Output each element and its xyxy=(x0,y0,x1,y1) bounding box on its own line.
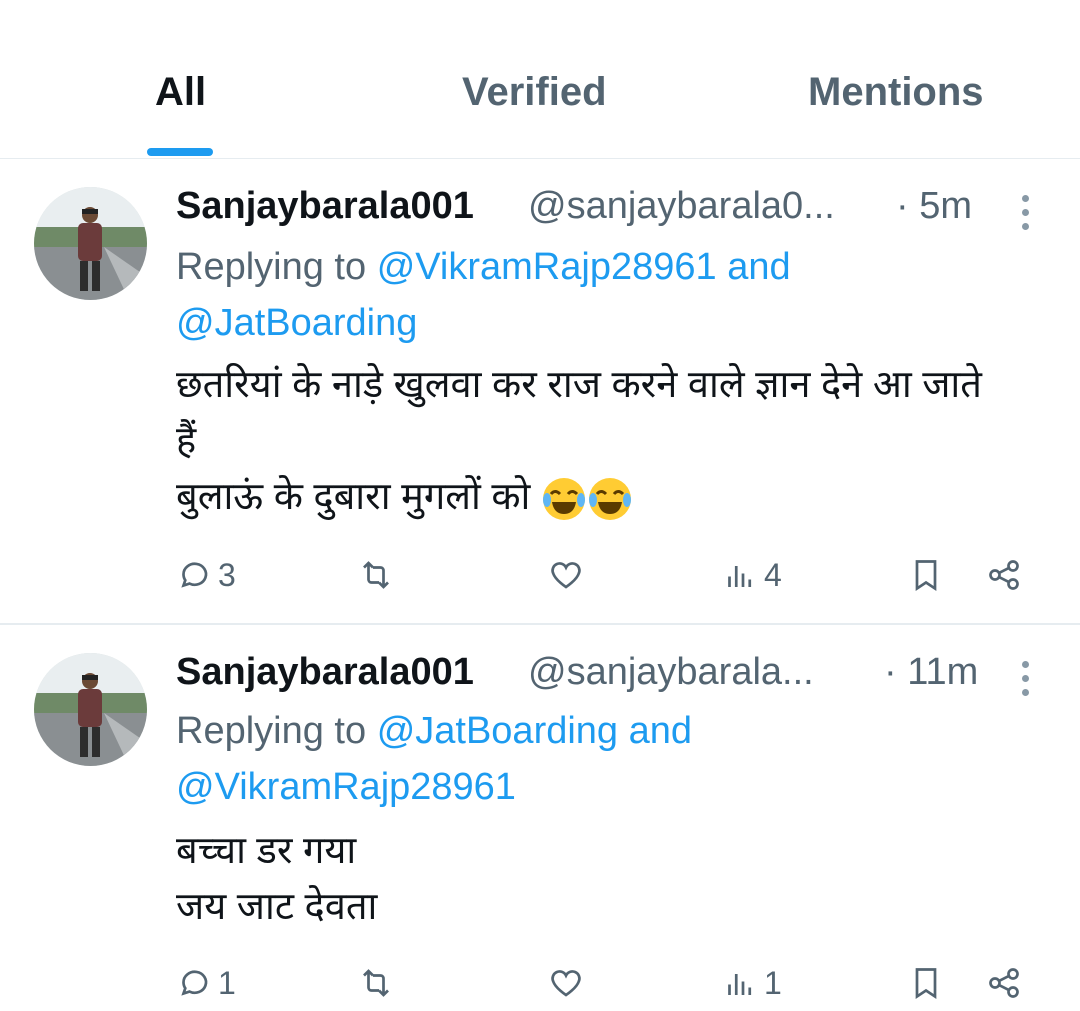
more-options-icon[interactable] xyxy=(1022,661,1030,703)
display-name[interactable]: Sanjaybarala001 xyxy=(176,651,474,693)
like-button[interactable] xyxy=(548,961,590,1005)
more-options-icon[interactable] xyxy=(1022,195,1030,237)
reply-and-text: and xyxy=(727,246,791,288)
tab-verified[interactable]: Verified xyxy=(462,70,607,115)
like-button[interactable] xyxy=(548,553,590,597)
tweet-actions: 3 4 xyxy=(0,553,1080,603)
tab-all[interactable]: All xyxy=(155,70,206,115)
tweet-time[interactable]: · 11m xyxy=(884,651,978,694)
tweet-actions: 1 1 xyxy=(0,961,1080,1011)
tweet-text-line: बुलाऊं के दुबारा मुगलों को xyxy=(176,469,982,525)
bookmark-icon xyxy=(915,560,937,592)
heart-icon xyxy=(551,562,581,589)
tab-mentions[interactable]: Mentions xyxy=(808,70,984,115)
views-icon xyxy=(728,566,752,587)
tweet-text: बच्चा डर गया जय जाट देवता xyxy=(176,823,377,935)
reply-user-link[interactable]: @JatBoarding xyxy=(377,710,618,752)
tweet-text-line: छतरियां के नाड़े खुलवा कर राज करने वाले … xyxy=(176,364,982,406)
laughing-emoji-icon xyxy=(541,476,587,522)
tweet-item[interactable]: Sanjaybarala001 @sanjaybarala... · 11m R… xyxy=(0,625,1080,1011)
laughing-emoji-icon xyxy=(587,476,633,522)
user-handle[interactable]: @sanjaybarala0... xyxy=(528,185,835,228)
user-handle[interactable]: @sanjaybarala... xyxy=(528,651,814,694)
share-icon xyxy=(989,560,1019,590)
retweet-icon xyxy=(363,561,389,589)
active-tab-indicator xyxy=(147,148,213,156)
reply-user-link[interactable]: @VikramRajp28961 xyxy=(176,766,516,808)
views-button[interactable]: 4 xyxy=(722,553,782,597)
reply-user-link[interactable]: @JatBoarding xyxy=(176,302,417,344)
reply-user-link[interactable]: @VikramRajp28961 xyxy=(377,246,717,288)
bookmark-button[interactable] xyxy=(908,961,944,1005)
replying-to: Replying to @JatBoarding and @VikramRajp… xyxy=(176,703,692,815)
replying-to-label: Replying to xyxy=(176,710,367,752)
tweet-header: Sanjaybarala001 @sanjaybarala0... · 5m xyxy=(176,185,1056,235)
reply-and-text: and xyxy=(628,710,693,752)
tweet-text: छतरियां के नाड़े खुलवा कर राज करने वाले … xyxy=(176,357,982,525)
views-button[interactable]: 1 xyxy=(722,961,782,1005)
tweet-text-line: बच्चा डर गया xyxy=(176,830,357,872)
avatar[interactable] xyxy=(34,653,147,766)
replying-to: Replying to @VikramRajp28961 and @JatBoa… xyxy=(176,239,791,351)
retweet-button[interactable] xyxy=(358,961,400,1005)
bookmark-icon xyxy=(915,968,937,1000)
bookmark-button[interactable] xyxy=(908,553,944,597)
retweet-button[interactable] xyxy=(358,553,400,597)
tweet-text-line: हैं xyxy=(176,420,197,462)
heart-icon xyxy=(551,970,581,997)
reply-button[interactable]: 1 xyxy=(176,961,236,1005)
share-button[interactable] xyxy=(986,961,1022,1005)
share-button[interactable] xyxy=(986,553,1022,597)
tweet-time[interactable]: · 5m xyxy=(896,185,972,228)
retweet-icon xyxy=(363,969,389,997)
reply-icon xyxy=(181,970,208,996)
replying-to-label: Replying to xyxy=(176,246,367,288)
share-icon xyxy=(989,968,1019,998)
reply-button[interactable]: 3 xyxy=(176,553,236,597)
tweet-text-line: जय जाट देवता xyxy=(176,886,378,928)
display-name[interactable]: Sanjaybarala001 xyxy=(176,185,474,227)
views-icon xyxy=(728,974,752,995)
tweet-item[interactable]: Sanjaybarala001 @sanjaybarala0... · 5m R… xyxy=(0,159,1080,625)
avatar[interactable] xyxy=(34,187,147,300)
reply-icon xyxy=(181,562,208,588)
notification-tabs: All Verified Mentions xyxy=(0,0,1080,159)
tweet-header: Sanjaybarala001 @sanjaybarala... · 11m xyxy=(176,651,1056,701)
